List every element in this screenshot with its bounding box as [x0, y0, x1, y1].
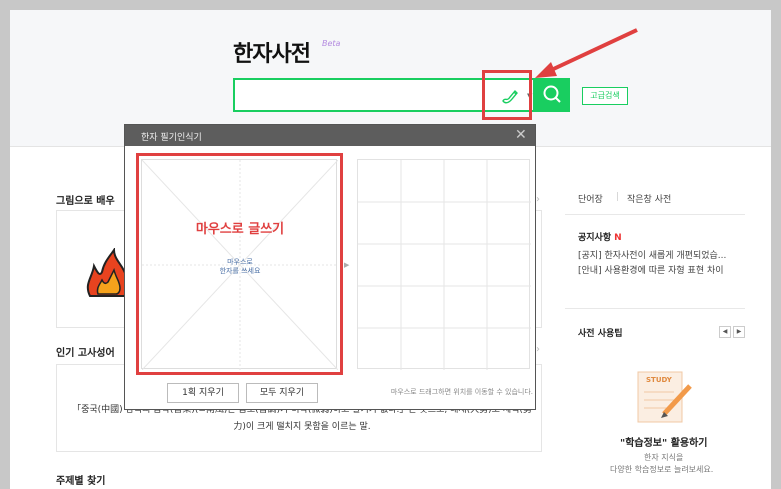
beta-badge: Beta — [322, 39, 341, 48]
browser-page: 한자사전 Beta ▼ 고급검색 그림으로 배우 › 인기 고사성어 › 「중국… — [10, 10, 771, 489]
notice-title-text: 공지사항 — [578, 233, 612, 243]
study-illustration-icon: STUDY — [637, 371, 692, 423]
chevron-right-icon: ▶ — [344, 261, 350, 269]
candidate-grid[interactable] — [357, 159, 531, 370]
picture-learning-title: 그림으로 배우 — [56, 196, 115, 207]
advanced-search-button[interactable]: 고급검색 — [582, 87, 628, 105]
chevron-right-icon[interactable]: › — [536, 344, 540, 355]
notice-title: 공지사항 N — [578, 230, 622, 243]
tip-line: 한자 지식을 — [644, 453, 684, 462]
tip-line: 다양한 학습정보로 늘려보세요. — [610, 465, 714, 474]
undo-stroke-button[interactable]: 1획 지우기 — [167, 383, 239, 403]
annotation-arrow-icon — [535, 28, 638, 78]
tab-small-dictionary[interactable]: 작은창 사전 — [627, 192, 671, 205]
drag-note: 마우스로 드래그하면 위치를 이동할 수 있습니다. — [390, 388, 533, 396]
close-icon[interactable]: ✕ — [515, 128, 529, 142]
tips-title: 사전 사용팁 — [578, 329, 623, 339]
proverb-title: 인기 고사성어 — [56, 348, 115, 359]
tip-heading[interactable]: "학습정보" 활용하기 — [620, 434, 708, 449]
tab-wordbook[interactable]: 단어장 — [578, 192, 603, 205]
clear-all-button[interactable]: 모두 지우기 — [246, 383, 318, 403]
prev-page-button[interactable]: ◀ — [719, 326, 731, 338]
canvas-highlight-box — [136, 153, 343, 375]
theme-search-title: 주제별 찾기 — [56, 476, 106, 487]
modal-title: 한자 필기인식기 — [141, 133, 202, 143]
notice-item[interactable]: [공지] 한자사전이 새롭게 개편되었습... — [578, 248, 726, 261]
candidate-grid-lines — [358, 160, 531, 370]
divider — [565, 308, 745, 309]
page-logo[interactable]: 한자사전 — [233, 36, 311, 68]
study-label: STUDY — [646, 376, 673, 384]
next-page-button[interactable]: ▶ — [733, 326, 745, 338]
notice-item[interactable]: [안내] 사용환경에 따른 자형 표현 차이 — [578, 263, 724, 276]
chevron-right-icon[interactable]: › — [536, 194, 540, 205]
search-input[interactable] — [239, 84, 489, 106]
new-badge: N — [614, 233, 622, 243]
modal-header[interactable]: 한자 필기인식기 ✕ — [125, 125, 535, 146]
handwriting-modal: 한자 필기인식기 ✕ 마우스로 글쓰기 마우스로 한자를 쓰세요 ▶ 1획 지우… — [124, 124, 536, 410]
tab-divider: | — [616, 192, 620, 202]
divider — [565, 214, 745, 215]
